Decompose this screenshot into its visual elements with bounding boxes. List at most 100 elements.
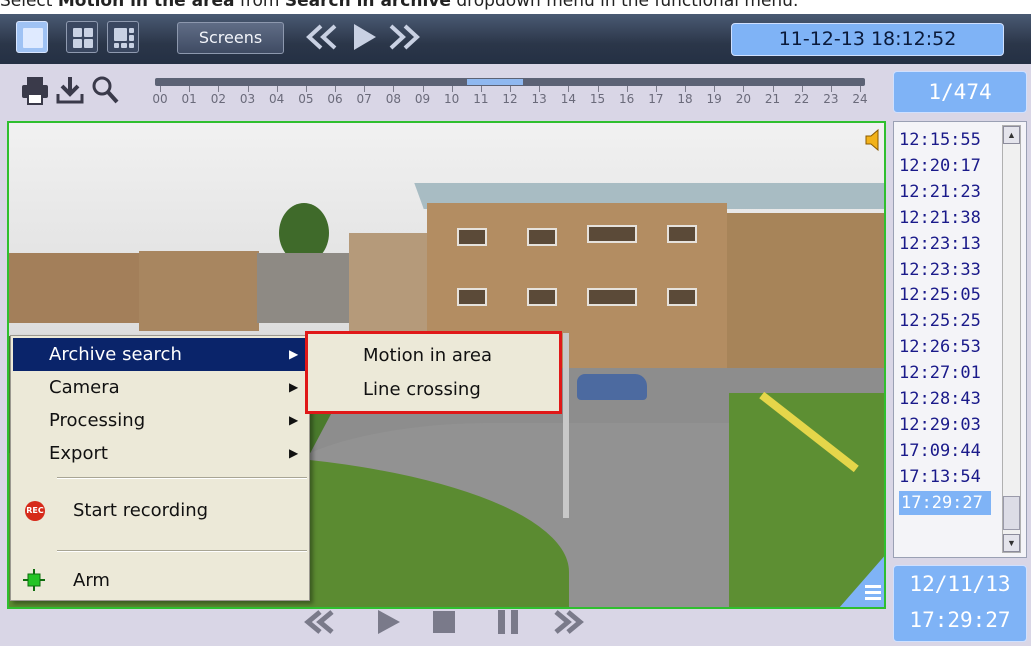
instruction-caption: Select Motion in the area from Search in… xyxy=(0,0,1031,13)
submenu-arrow-icon: ▶ xyxy=(289,347,299,361)
archive-search-submenu: Motion in area Line crossing xyxy=(305,331,562,414)
menu-item-label: Camera xyxy=(49,377,120,398)
play-icon[interactable] xyxy=(368,602,408,642)
arm-icon xyxy=(23,569,45,591)
menu-item-processing[interactable]: Processing ▶ xyxy=(13,404,307,437)
timestamp-item[interactable]: 12:23:33 xyxy=(899,258,991,282)
timestamp-item[interactable]: 12:21:38 xyxy=(899,206,991,230)
timeline-hour-label: 21 xyxy=(764,92,781,106)
timeline-range-highlight xyxy=(467,79,523,85)
timestamp-item[interactable]: 12:27:01 xyxy=(899,361,991,385)
timeline-track[interactable] xyxy=(155,78,865,86)
menu-item-label: Arm xyxy=(73,570,110,591)
timeline-hour-label: 07 xyxy=(356,92,372,106)
current-datetime-display: 11-12-13 18:12:52 xyxy=(731,23,1004,56)
timeline-hour-label: 00 xyxy=(152,92,168,106)
timeline-hour-label: 03 xyxy=(239,92,256,106)
multi-layout-icon xyxy=(114,28,134,48)
submenu-item-line-crossing[interactable]: Line crossing xyxy=(308,373,559,407)
video-building xyxy=(139,251,259,331)
menu-separator xyxy=(57,550,307,552)
menu-item-export[interactable]: Export ▶ xyxy=(13,437,307,470)
timestamp-item[interactable]: 12:28:43 xyxy=(899,387,991,411)
caption-bold-option: Motion in the area xyxy=(57,0,235,11)
printer-icon[interactable] xyxy=(20,74,50,108)
play-icon[interactable] xyxy=(350,20,380,62)
timestamp-item[interactable]: 12:25:05 xyxy=(899,283,991,307)
stop-icon[interactable] xyxy=(424,602,464,642)
menu-item-arm[interactable]: Arm xyxy=(13,564,307,597)
menu-item-archive-search[interactable]: Archive search ▶ xyxy=(13,338,307,371)
video-building xyxy=(9,253,144,323)
timeline-hour-label: 02 xyxy=(210,92,226,106)
timeline-hour-label: 11 xyxy=(473,92,489,106)
submenu-item-label: Line crossing xyxy=(363,379,481,400)
download-icon[interactable] xyxy=(55,74,85,108)
timestamp-item[interactable]: 12:25:25 xyxy=(899,309,991,333)
speaker-icon[interactable] xyxy=(864,127,882,153)
step-forward-icon[interactable] xyxy=(548,602,588,642)
timeline-hour-label: 16 xyxy=(619,92,635,106)
timestamp-item[interactable]: 12:26:53 xyxy=(899,335,991,359)
menu-item-camera[interactable]: Camera ▶ xyxy=(13,371,307,404)
menu-item-label: Archive search xyxy=(49,344,182,365)
fast-forward-icon[interactable] xyxy=(386,20,422,62)
caption-middle: from xyxy=(234,0,285,11)
event-timestamps-list: 12:15:55 12:20:17 12:21:23 12:21:38 12:23:13… xyxy=(893,121,1027,558)
timeline-hour-label: 04 xyxy=(269,92,285,106)
video-building xyxy=(257,253,352,323)
timestamp-item[interactable]: 17:09:44 xyxy=(899,439,991,463)
quad-layout-icon xyxy=(73,28,93,48)
submenu-arrow-icon: ▶ xyxy=(289,380,299,394)
timestamp-item[interactable]: 12:29:03 xyxy=(899,413,991,437)
pause-icon[interactable] xyxy=(488,602,528,642)
menu-separator xyxy=(57,477,307,479)
timeline-hour-label: 23 xyxy=(823,92,839,106)
toolbar-tools xyxy=(20,74,140,114)
timeline-hour-label: 01 xyxy=(181,92,197,106)
functional-menu-icon[interactable] xyxy=(839,553,884,607)
timeline-hour-label: 19 xyxy=(706,92,722,106)
timestamp-item[interactable]: 12:15:55 xyxy=(899,128,991,152)
caption-bold-menu: Search in archive xyxy=(284,0,451,11)
timestamp-item[interactable]: 12:20:17 xyxy=(899,154,991,178)
timestamp-item[interactable]: 17:29:27 xyxy=(899,490,991,515)
clock-date: 12/11/13 xyxy=(909,572,1011,596)
caption-suffix: dropdown menu in the functional menu. xyxy=(450,0,799,11)
layout-multi-button[interactable] xyxy=(107,21,139,53)
timestamp-item[interactable]: 12:23:13 xyxy=(899,232,991,256)
menu-item-label: Start recording xyxy=(73,500,209,521)
timeline-hour-label: 05 xyxy=(298,92,314,106)
rewind-icon[interactable] xyxy=(304,20,340,62)
menu-item-start-recording[interactable]: REC Start recording xyxy=(13,491,307,531)
scrollbar-thumb[interactable] xyxy=(1003,496,1020,530)
search-icon[interactable] xyxy=(90,74,120,108)
single-layout-icon xyxy=(23,28,43,48)
layout-single-button[interactable] xyxy=(16,21,48,53)
step-back-icon[interactable] xyxy=(300,602,340,642)
timeline-hour-label: 10 xyxy=(444,92,460,106)
submenu-arrow-icon: ▶ xyxy=(289,413,299,427)
clock-time: 17:29:27 xyxy=(909,608,1011,632)
timestamp-item[interactable]: 17:13:54 xyxy=(899,465,991,489)
timeline-hour-label: 20 xyxy=(735,92,751,106)
functional-context-menu: Archive search ▶ Camera ▶ Processing ▶ E… xyxy=(10,335,310,601)
timestamps-scrollbar[interactable]: ▲ ▼ xyxy=(1002,125,1021,553)
submenu-item-motion-in-area[interactable]: Motion in area xyxy=(308,339,559,373)
timeline-hour-label: 22 xyxy=(794,92,810,106)
archive-timeline[interactable]: 00 01 02 03 04 05 06 07 08 09 10 11 12 13 14 15 16 17 18 19… xyxy=(152,78,868,118)
timeline-hour-label: 15 xyxy=(589,92,606,106)
caption-prefix: Select xyxy=(0,0,58,11)
timestamp-item[interactable]: 12:21:23 xyxy=(899,180,991,204)
screens-button[interactable]: Screens xyxy=(177,22,284,54)
timeline-hour-label: 12 xyxy=(502,92,518,106)
timeline-hour-label: 14 xyxy=(560,92,576,106)
scroll-up-icon[interactable]: ▲ xyxy=(1003,126,1020,144)
submenu-arrow-icon: ▶ xyxy=(289,446,299,460)
layout-quad-button[interactable] xyxy=(66,21,98,53)
scroll-down-icon[interactable]: ▼ xyxy=(1003,534,1020,552)
timeline-hour-label: 24 xyxy=(852,92,868,106)
video-lamp-post xyxy=(563,333,569,518)
timeline-hour-label: 13 xyxy=(531,92,547,106)
menu-item-label: Processing xyxy=(49,410,146,431)
